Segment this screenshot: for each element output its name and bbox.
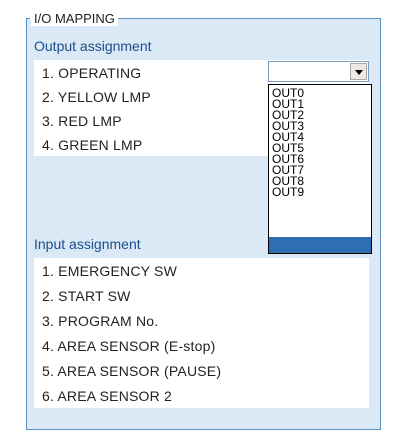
option-empty-highlighted[interactable] <box>269 237 371 253</box>
output-assignment-title: Output assignment <box>34 38 152 54</box>
output-row-4[interactable]: 4. GREEN LMP <box>42 137 142 153</box>
output-row-1[interactable]: 1. OPERATING <box>42 65 141 81</box>
panel-title: I/O MAPPING <box>31 11 118 26</box>
chevron-down-icon <box>355 70 363 75</box>
input-row-1[interactable]: 1. EMERGENCY SW <box>42 263 177 279</box>
input-row-6[interactable]: 6. AREA SENSOR 2 <box>42 388 172 404</box>
input-row-3[interactable]: 3. PROGRAM No. <box>42 313 158 329</box>
output-select-options: OUT0 OUT1 OUT2 OUT3 OUT4 OUT5 OUT6 OUT7 … <box>268 84 372 254</box>
input-assignment-title: Input assignment <box>34 236 141 252</box>
output-row-2[interactable]: 2. YELLOW LMP <box>42 89 151 105</box>
dropdown-toggle-button[interactable] <box>350 63 367 80</box>
option-out9[interactable]: OUT9 <box>272 186 304 198</box>
input-assignment-list: 1. EMERGENCY SW 2. START SW 3. PROGRAM N… <box>34 258 369 408</box>
input-row-2[interactable]: 2. START SW <box>42 288 131 304</box>
input-row-4[interactable]: 4. AREA SENSOR (E-stop) <box>42 338 215 354</box>
input-row-5[interactable]: 5. AREA SENSOR (PAUSE) <box>42 363 221 379</box>
output-row-3[interactable]: 3. RED LMP <box>42 113 122 129</box>
output-select[interactable] <box>268 61 369 82</box>
